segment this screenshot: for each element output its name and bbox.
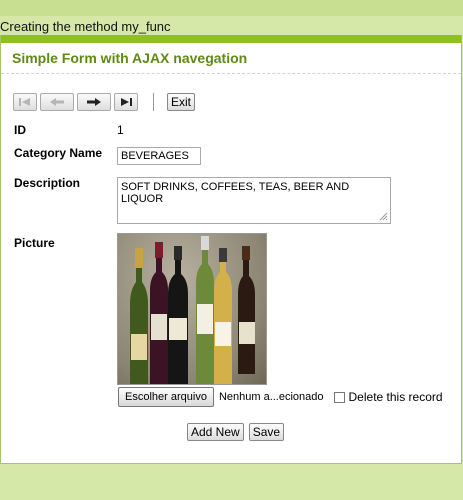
bottles-illustration — [130, 236, 255, 384]
first-record-icon — [19, 98, 30, 106]
exit-button[interactable]: Exit — [167, 93, 196, 111]
delete-record-checkbox[interactable] — [333, 391, 345, 403]
file-status-text: Nenhum a...ecionado — [218, 391, 324, 403]
category-name-label: Category Name — [14, 146, 103, 160]
next-record-button[interactable] — [77, 93, 111, 111]
choose-file-button[interactable]: Escolher arquivo — [118, 387, 214, 407]
add-new-button[interactable]: Add New — [187, 423, 244, 441]
id-value: 1 — [117, 123, 124, 137]
log-message: Creating the method my_func — [0, 19, 171, 34]
product-picture — [117, 233, 267, 385]
previous-record-button[interactable] — [40, 93, 74, 111]
top-strip — [0, 0, 463, 16]
description-label: Description — [14, 176, 81, 190]
form-panel: Simple Form with AJAX navegation Exit ID… — [0, 35, 462, 464]
id-label: ID — [14, 123, 26, 137]
save-button[interactable]: Save — [248, 423, 285, 441]
previous-record-icon — [50, 98, 64, 106]
form-actions: Add New Save — [187, 423, 285, 441]
delete-record-label: Delete this record — [348, 390, 443, 404]
toolbar-separator — [153, 93, 154, 111]
form-title: Simple Form with AJAX navegation — [1, 43, 461, 74]
description-text: SOFT DRINKS, COFFEES, TEAS, BEER AND LIQ… — [121, 181, 350, 205]
last-record-icon — [121, 98, 132, 106]
next-record-icon — [87, 98, 101, 106]
panel-accent-bar — [1, 35, 461, 43]
last-record-button[interactable] — [114, 93, 138, 111]
category-name-field[interactable] — [117, 147, 201, 165]
resize-grip-icon[interactable] — [378, 211, 388, 221]
first-record-button[interactable] — [13, 93, 37, 111]
description-field[interactable]: SOFT DRINKS, COFFEES, TEAS, BEER AND LIQ… — [117, 177, 391, 224]
file-upload-row: Escolher arquivo Nenhum a...ecionado Del… — [118, 387, 443, 407]
picture-label: Picture — [14, 236, 55, 250]
navigation-toolbar: Exit — [13, 92, 196, 112]
